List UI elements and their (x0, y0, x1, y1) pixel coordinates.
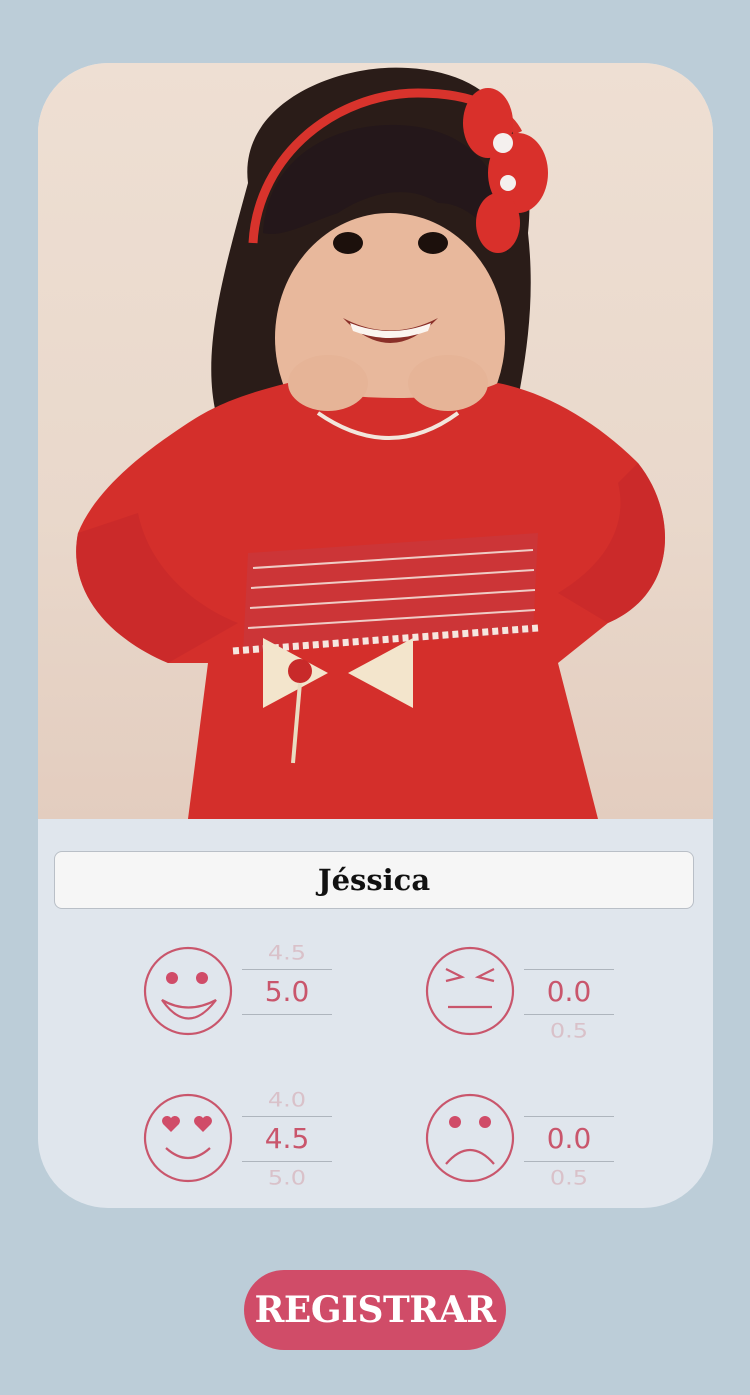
picker-current-value: 0.0 (546, 1122, 592, 1155)
picker-bottom-line (242, 1161, 332, 1162)
sad-face-icon (425, 1093, 515, 1183)
picker-top-line (242, 1116, 332, 1117)
name-text: Jéssica (317, 863, 431, 897)
picker-prev-value: 4.5 (267, 941, 307, 965)
rating-picker-angry[interactable]: 0.0 0.5 (524, 940, 614, 1040)
picker-prev-value: 4.0 (267, 1088, 307, 1112)
picker-current-value: 0.0 (546, 975, 592, 1008)
picker-next-value: 0.5 (549, 1019, 589, 1040)
picker-next-value: 5.0 (267, 1166, 307, 1187)
picker-top-line (524, 969, 614, 970)
name-field[interactable]: Jéssica (54, 851, 694, 909)
rating-big-smile: 4.5 5.0 (142, 940, 342, 1040)
picker-bottom-line (242, 1014, 332, 1015)
picker-next-value: 0.5 (549, 1166, 589, 1187)
profile-photo (38, 63, 713, 819)
picker-top-line (242, 969, 332, 970)
rating-picker-heart-eyes[interactable]: 4.0 4.5 5.0 (242, 1087, 332, 1187)
register-button[interactable]: REGISTRAR (244, 1270, 506, 1350)
rating-picker-sad[interactable]: 0.0 0.5 (524, 1087, 614, 1187)
picker-bottom-line (524, 1161, 614, 1162)
rating-angry: 0.0 0.5 (424, 940, 624, 1040)
picker-top-line (524, 1116, 614, 1117)
profile-card: Jéssica 4.5 5.0 0.0 0.5 4.0 4.5 5.0 0.0 … (38, 63, 713, 1208)
picker-current-value: 4.5 (264, 1122, 310, 1155)
rating-sad: 0.0 0.5 (424, 1087, 624, 1187)
rating-heart-eyes: 4.0 4.5 5.0 (142, 1087, 342, 1187)
angry-face-icon (425, 946, 515, 1036)
big-smile-face-icon (143, 946, 233, 1036)
heart-eyes-face-icon (143, 1093, 233, 1183)
rating-picker-big-smile[interactable]: 4.5 5.0 (242, 940, 332, 1040)
picker-bottom-line (524, 1014, 614, 1015)
picker-current-value: 5.0 (264, 975, 310, 1008)
